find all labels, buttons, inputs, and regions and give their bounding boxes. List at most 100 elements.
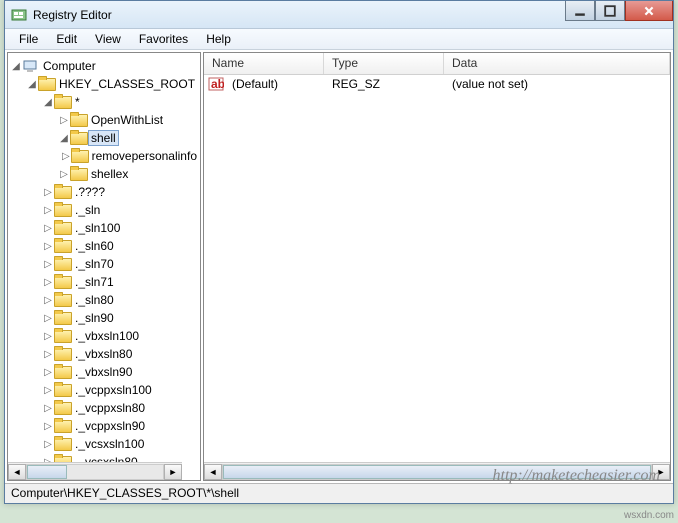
- window-controls: [565, 1, 673, 21]
- menu-file[interactable]: File: [11, 30, 46, 48]
- values-pane[interactable]: Name Type Data ab (Default) REG_SZ (valu…: [203, 52, 671, 481]
- expand-icon[interactable]: ▷: [61, 151, 71, 162]
- tree-item[interactable]: ▷ removepersonalinfo: [10, 147, 200, 165]
- tree-label: .????: [72, 185, 108, 199]
- expand-icon[interactable]: ▷: [58, 169, 70, 180]
- folder-icon: [54, 94, 70, 110]
- tree-hkey-classes-root[interactable]: ◢ HKEY_CLASSES_ROOT: [10, 75, 200, 93]
- expand-icon[interactable]: ◢: [58, 133, 70, 144]
- tree-item[interactable]: ▷ ._sln60: [10, 237, 200, 255]
- expand-icon[interactable]: ▷: [42, 187, 54, 198]
- window-title: Registry Editor: [33, 8, 112, 22]
- folder-icon: [38, 76, 54, 92]
- menu-view[interactable]: View: [87, 30, 129, 48]
- expand-icon[interactable]: ▷: [42, 385, 54, 396]
- tree-label: ._sln71: [72, 275, 117, 289]
- tree-item[interactable]: ▷ .????: [10, 183, 200, 201]
- scroll-left-icon[interactable]: ◄: [8, 464, 26, 480]
- tree-label: ._vcsxsln100: [72, 437, 147, 451]
- tree-item[interactable]: ▷ ._vbxsln90: [10, 363, 200, 381]
- expand-icon[interactable]: ▷: [42, 277, 54, 288]
- tree-horizontal-scrollbar[interactable]: ◄ ►: [8, 462, 182, 480]
- tree-label: ._vcppxsln100: [72, 383, 155, 397]
- tree-item[interactable]: ▷ ._sln: [10, 201, 200, 219]
- tree-label: *: [72, 95, 83, 109]
- tree-item[interactable]: ▷ ._sln90: [10, 309, 200, 327]
- folder-icon: [54, 202, 70, 218]
- folder-icon: [54, 400, 70, 416]
- scroll-right-icon[interactable]: ►: [652, 464, 670, 480]
- tree-item[interactable]: ▷ ._vcppxsln100: [10, 381, 200, 399]
- folder-icon: [54, 184, 70, 200]
- tree-item[interactable]: ▷ ._vcppxsln80: [10, 399, 200, 417]
- tree-label: Computer: [40, 59, 99, 73]
- titlebar[interactable]: Registry Editor: [5, 1, 673, 29]
- tree-label: removepersonalinfo: [89, 149, 200, 163]
- column-type[interactable]: Type: [324, 53, 444, 74]
- expand-icon[interactable]: ◢: [10, 61, 22, 72]
- expand-icon[interactable]: ◢: [42, 97, 54, 108]
- tree-item[interactable]: ▷ ._vbxsln100: [10, 327, 200, 345]
- column-name[interactable]: Name: [204, 53, 324, 74]
- tree-item[interactable]: ▷ ._sln71: [10, 273, 200, 291]
- expand-icon[interactable]: ▷: [42, 403, 54, 414]
- tree-star[interactable]: ◢ *: [10, 93, 200, 111]
- menu-help[interactable]: Help: [198, 30, 239, 48]
- expand-icon[interactable]: ▷: [58, 115, 70, 126]
- expand-icon[interactable]: ▷: [42, 223, 54, 234]
- tree-label: shell: [88, 130, 119, 146]
- close-button[interactable]: [625, 1, 673, 21]
- string-value-icon: ab: [208, 76, 224, 92]
- tree-pane[interactable]: ◢ Computer ◢ HKEY_CLASSES_ROOT ◢ * ▷ Ope…: [7, 52, 201, 481]
- menu-edit[interactable]: Edit: [48, 30, 85, 48]
- column-data[interactable]: Data: [444, 53, 670, 74]
- folder-icon: [71, 148, 87, 164]
- value-row[interactable]: ab (Default) REG_SZ (value not set): [204, 75, 670, 93]
- tree-label: ._sln70: [72, 257, 117, 271]
- tree-item[interactable]: ▷ ._sln70: [10, 255, 200, 273]
- statusbar: Computer\HKEY_CLASSES_ROOT\*\shell: [5, 483, 673, 503]
- expand-icon[interactable]: ◢: [26, 79, 38, 90]
- scroll-right-icon[interactable]: ►: [164, 464, 182, 480]
- folder-icon: [54, 274, 70, 290]
- expand-icon[interactable]: ▷: [42, 205, 54, 216]
- tree-item[interactable]: ▷ ._vbxsln80: [10, 345, 200, 363]
- scroll-thumb[interactable]: [223, 465, 651, 479]
- expand-icon[interactable]: ▷: [42, 421, 54, 432]
- expand-icon[interactable]: ▷: [42, 349, 54, 360]
- expand-icon[interactable]: ▷: [42, 313, 54, 324]
- tree-item[interactable]: ▷ ._sln100: [10, 219, 200, 237]
- minimize-button[interactable]: [565, 1, 595, 21]
- folder-icon: [54, 418, 70, 434]
- folder-icon: [54, 382, 70, 398]
- expand-icon[interactable]: ▷: [42, 241, 54, 252]
- tree-item[interactable]: ▷ ._sln80: [10, 291, 200, 309]
- tree-label: ._sln: [72, 203, 103, 217]
- tree-label: HKEY_CLASSES_ROOT: [56, 77, 198, 91]
- tree-label: ._sln60: [72, 239, 117, 253]
- value-name: (Default): [224, 77, 324, 91]
- tree-computer[interactable]: ◢ Computer: [10, 57, 200, 75]
- tree-item[interactable]: ▷ OpenWithList: [10, 111, 200, 129]
- menu-favorites[interactable]: Favorites: [131, 30, 196, 48]
- list-horizontal-scrollbar[interactable]: ◄ ►: [204, 462, 670, 480]
- expand-icon[interactable]: ▷: [42, 259, 54, 270]
- column-headers[interactable]: Name Type Data: [204, 53, 670, 75]
- tree-item[interactable]: ▷ shellex: [10, 165, 200, 183]
- scroll-thumb[interactable]: [27, 465, 67, 479]
- maximize-button[interactable]: [595, 1, 625, 21]
- tree-item[interactable]: ▷ ._vcsxsln100: [10, 435, 200, 453]
- expand-icon[interactable]: ▷: [42, 367, 54, 378]
- expand-icon[interactable]: ▷: [42, 439, 54, 450]
- expand-icon[interactable]: ▷: [42, 295, 54, 306]
- folder-icon: [54, 292, 70, 308]
- tree-item[interactable]: ▷ ._vcppxsln90: [10, 417, 200, 435]
- folder-icon: [70, 112, 86, 128]
- tree-shell[interactable]: ◢ shell: [10, 129, 200, 147]
- attribution-text: wsxdn.com: [624, 510, 674, 521]
- value-type: REG_SZ: [324, 77, 444, 91]
- expand-icon[interactable]: ▷: [42, 331, 54, 342]
- folder-icon: [70, 166, 86, 182]
- scroll-left-icon[interactable]: ◄: [204, 464, 222, 480]
- tree-label: ._vbxsln90: [72, 365, 135, 379]
